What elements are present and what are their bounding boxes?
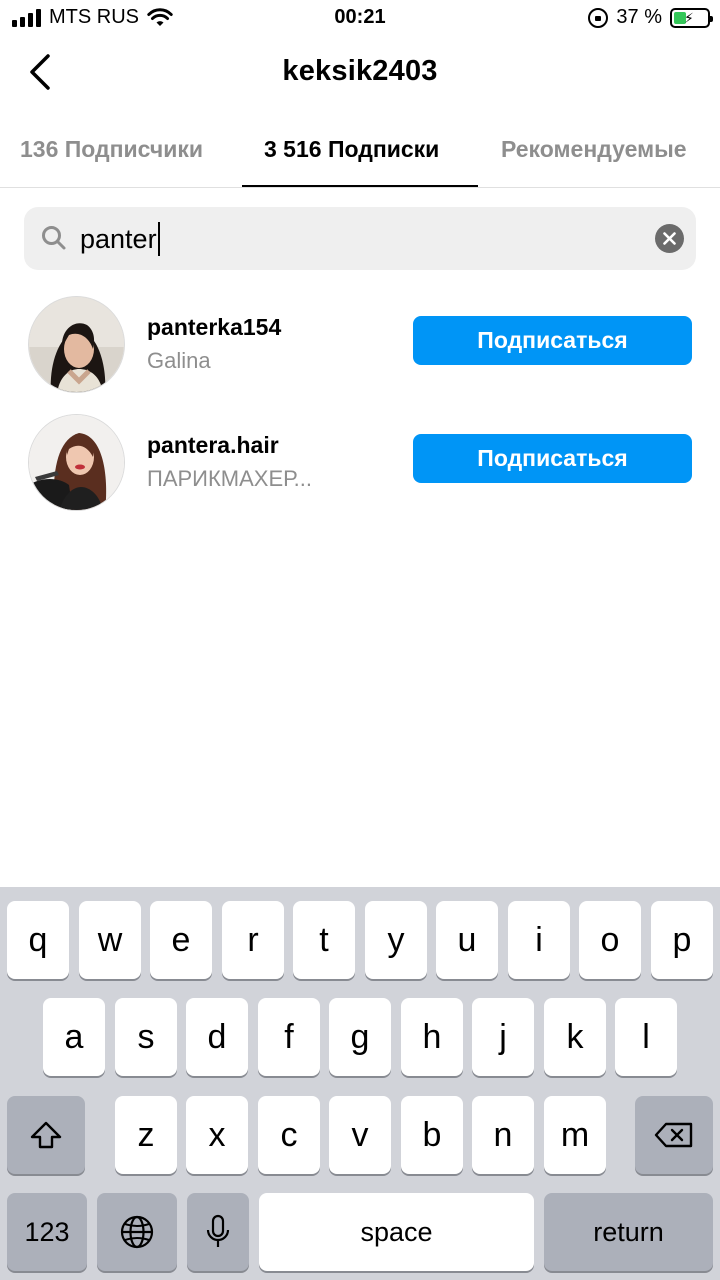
key-j[interactable]: j [472,998,534,1076]
full-name: ПАРИКМАХЕР... [147,466,312,491]
page-title: keksik2403 [282,55,438,87]
key-i[interactable]: i [508,901,570,979]
tab-followers[interactable]: 136 Подписчики [20,136,203,163]
globe-icon [120,1215,154,1249]
status-bar: MTS RUS 00:21 37 % ⚡ [0,0,720,40]
key-d[interactable]: d [186,998,248,1076]
screen: MTS RUS 00:21 37 % ⚡ keksik2403 136 Подп… [0,0,720,1280]
username[interactable]: pantera.hair [147,432,279,459]
tab-suggested[interactable]: Рекомендуемые [501,136,687,163]
microphone-icon [206,1214,230,1247]
key-n[interactable]: n [472,1096,534,1174]
delete-key[interactable] [635,1096,713,1174]
search-icon [42,226,66,250]
shift-icon [30,1121,62,1149]
globe-key[interactable] [97,1193,177,1271]
avatar[interactable] [28,414,125,511]
key-h[interactable]: h [401,998,463,1076]
charging-bolt-icon: ⚡ [684,9,694,26]
key-f[interactable]: f [258,998,320,1076]
key-g[interactable]: g [329,998,391,1076]
clear-search-button[interactable] [655,224,684,253]
key-m[interactable]: m [544,1096,606,1174]
keyboard: q w e r t y u i o p a s d f g h j k l z … [0,887,720,1280]
return-key[interactable]: return [544,1193,713,1271]
text-caret [157,222,160,256]
list-item[interactable]: panterka154 Galina Подписаться [0,296,720,406]
key-r[interactable]: r [222,901,284,979]
list-item[interactable]: pantera.hair ПАРИКМАХЕР... Подписаться [0,414,720,524]
avatar[interactable] [28,296,125,393]
search-input-value: panter [80,223,157,254]
search-bar: panter [24,207,696,270]
battery-percent: 37 % [616,6,662,28]
shift-key[interactable] [7,1096,85,1174]
key-a[interactable]: a [43,998,105,1076]
key-b[interactable]: b [401,1096,463,1174]
key-x[interactable]: x [186,1096,248,1174]
numbers-key[interactable]: 123 [7,1193,87,1271]
key-s[interactable]: s [115,998,177,1076]
key-y[interactable]: y [365,901,427,979]
search-input[interactable]: panter [80,221,640,257]
follow-button[interactable]: Подписаться [413,316,692,365]
active-tab-indicator [242,185,478,187]
space-key[interactable]: space [259,1193,534,1271]
dictation-key[interactable] [187,1193,249,1271]
key-z[interactable]: z [115,1096,177,1174]
backspace-icon [654,1122,693,1148]
close-icon [663,232,676,245]
tab-bar: 136 Подписчики 3 516 Подписки Рекомендуе… [0,120,720,188]
key-w[interactable]: w [79,901,141,979]
key-q[interactable]: q [7,901,69,979]
key-t[interactable]: t [293,901,355,979]
username[interactable]: panterka154 [147,314,281,341]
follow-button[interactable]: Подписаться [413,434,692,483]
header: keksik2403 [0,40,720,106]
battery-icon: ⚡ [670,7,713,28]
orientation-lock-icon [588,7,609,28]
full-name: Galina [147,348,211,373]
status-right: 37 % ⚡ [588,6,713,29]
key-k[interactable]: k [544,998,606,1076]
key-o[interactable]: o [579,901,641,979]
key-v[interactable]: v [329,1096,391,1174]
key-e[interactable]: e [150,901,212,979]
key-l[interactable]: l [615,998,677,1076]
key-p[interactable]: p [651,901,713,979]
tab-following[interactable]: 3 516 Подписки [264,136,439,163]
key-c[interactable]: c [258,1096,320,1174]
key-u[interactable]: u [436,901,498,979]
